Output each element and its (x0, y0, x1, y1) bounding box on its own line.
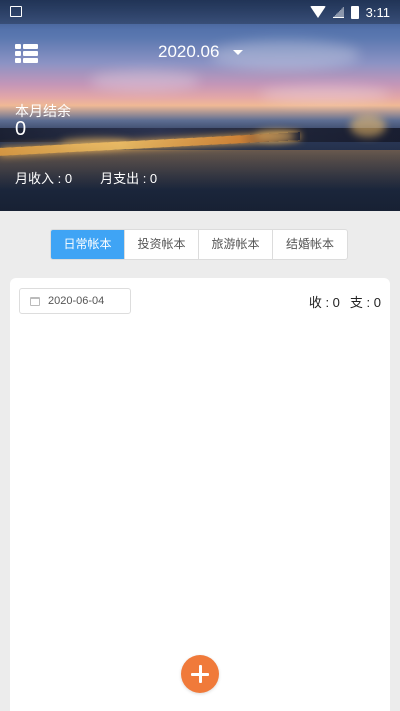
plus-icon (191, 665, 209, 683)
monthly-stats: 月收入 : 0 月支出 : 0 (15, 168, 157, 187)
date-picker[interactable]: 2020-06-04 (19, 288, 131, 314)
month-selector[interactable]: 2020.06 (158, 42, 244, 62)
date-value: 2020-06-04 (48, 295, 105, 307)
monthly-expense: 月支出 : 0 (100, 171, 158, 186)
calendar-icon (30, 296, 40, 306)
wifi-icon (309, 6, 326, 18)
day-income: 收 : 0 (308, 295, 340, 310)
ledger-tabs: 日常帐本 投资帐本 旅游帐本 结婚帐本 (50, 229, 348, 260)
balance-value: 0 (15, 118, 27, 140)
add-record-button[interactable] (181, 655, 219, 693)
tab-daily-ledger[interactable]: 日常帐本 (51, 230, 125, 259)
tab-travel-ledger[interactable]: 旅游帐本 (199, 230, 273, 259)
day-totals: 收 : 0 支 : 0 (309, 292, 381, 311)
day-expense: 支 : 0 (349, 295, 381, 310)
header-banner: 3:11 2020.06 本月结余 0 月收入 : 0 月支出 : 0 (0, 0, 400, 211)
monthly-income: 月收入 : 0 (15, 171, 73, 186)
caret-down-icon (233, 49, 244, 55)
status-time: 3:11 (365, 4, 390, 20)
list-menu-icon[interactable] (15, 44, 38, 63)
tab-wedding-ledger[interactable]: 结婚帐本 (273, 230, 347, 259)
image-icon (10, 5, 22, 17)
tab-investment-ledger[interactable]: 投资帐本 (125, 230, 199, 259)
month-label: 2020.06 (158, 42, 220, 61)
battery-icon (350, 5, 359, 19)
signal-icon (332, 6, 344, 18)
status-bar: 3:11 (0, 0, 400, 24)
records-card: 2020-06-04 收 : 0 支 : 0 (10, 278, 390, 711)
